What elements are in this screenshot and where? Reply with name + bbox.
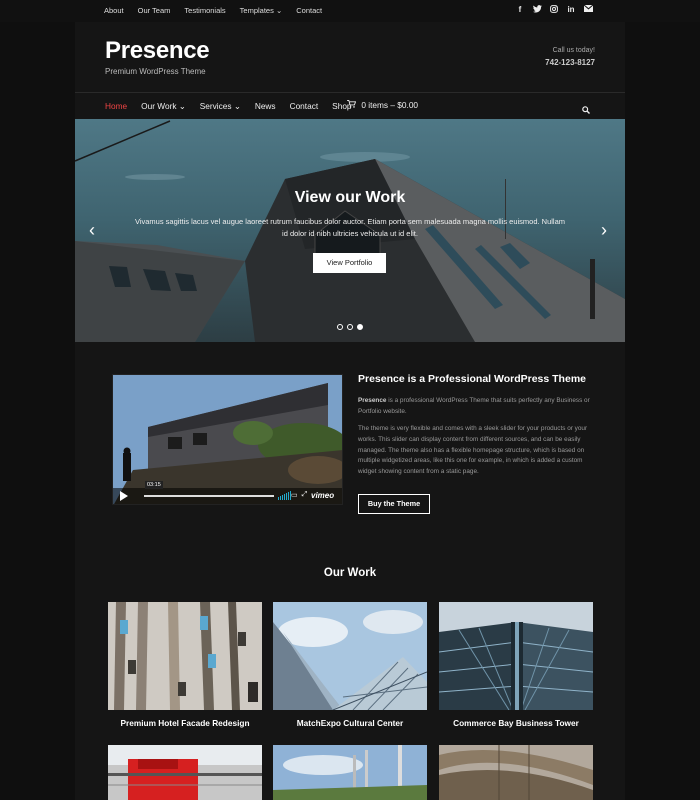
video-controls: 03:15 ▭ ⤢ vimeo	[113, 481, 342, 504]
intro-bold: Presence	[358, 397, 387, 404]
twitter-icon[interactable]	[533, 5, 542, 14]
buy-theme-button[interactable]: Buy the Theme	[358, 494, 430, 514]
vimeo-logo[interactable]: vimeo	[311, 491, 334, 500]
top-link-our-team[interactable]: Our Team	[138, 6, 171, 15]
search-icon[interactable]	[582, 101, 590, 114]
video-player[interactable]: 03:15 ▭ ⤢ vimeo	[112, 374, 343, 505]
site-tagline: Premium WordPress Theme	[105, 67, 206, 76]
cart-icon	[347, 100, 358, 110]
cart-summary: 0 items – $0.00	[361, 100, 419, 110]
phone-number: 742-123-8127	[545, 58, 595, 67]
email-icon[interactable]	[583, 4, 594, 14]
slider-dots	[337, 324, 363, 330]
nav-news[interactable]: News	[255, 101, 276, 111]
work-image[interactable]	[439, 602, 593, 710]
top-link-templates[interactable]: Templates ⌄	[240, 6, 283, 15]
slider-dot-2[interactable]	[347, 324, 353, 330]
intro-paragraph-2: The theme is very flexible and comes wit…	[358, 425, 588, 476]
work-item[interactable]: Premium Hotel Facade Redesign	[108, 602, 262, 728]
main-nav: Home Our Work ⌄ Services ⌄ News Contact …	[105, 101, 352, 111]
top-bar: About Our Team Testimonials Templates ⌄ …	[0, 0, 700, 22]
work-image[interactable]	[273, 602, 427, 710]
video-time: 03:15	[145, 481, 163, 489]
our-work-heading: Our Work	[323, 567, 377, 579]
nav-our-work[interactable]: Our Work ⌄	[141, 101, 186, 111]
work-caption[interactable]: MatchExpo Cultural Center	[273, 718, 427, 728]
intro-paragraph-1: Presence is a professional WordPress The…	[358, 396, 590, 418]
top-link-testimonials[interactable]: Testimonials	[184, 6, 225, 15]
work-image[interactable]	[108, 602, 262, 710]
intro-title: Presence is a Professional WordPress The…	[358, 373, 586, 385]
instagram-icon[interactable]	[550, 5, 558, 14]
call-label: Call us today!	[552, 47, 595, 54]
video-progress[interactable]	[144, 495, 274, 497]
play-icon[interactable]	[120, 491, 128, 501]
facebook-icon[interactable]: f	[516, 5, 524, 14]
intro-p1-text: is a professional WordPress Theme that s…	[358, 397, 590, 415]
work-caption[interactable]: Commerce Bay Business Tower	[439, 718, 593, 728]
nav-services[interactable]: Services ⌄	[200, 101, 241, 111]
view-portfolio-button[interactable]: View Portfolio	[313, 253, 386, 273]
work-image[interactable]	[108, 745, 262, 800]
slider-next-arrow-icon[interactable]: ›	[601, 220, 607, 241]
hero-text: Vivamus sagittis lacus vel augue laoreet…	[134, 217, 566, 238]
fullscreen-icon[interactable]: ⤢	[302, 491, 308, 499]
social-links: f in	[516, 4, 594, 14]
top-link-contact[interactable]: Contact	[296, 6, 322, 15]
work-image[interactable]	[439, 745, 593, 800]
work-image[interactable]	[273, 745, 427, 800]
work-item[interactable]: MatchExpo Cultural Center	[273, 602, 427, 728]
cart-link[interactable]: 0 items – $0.00	[347, 100, 418, 110]
slider-dot-3[interactable]	[357, 324, 363, 330]
nav-divider-top	[75, 92, 625, 93]
slider-dot-1[interactable]	[337, 324, 343, 330]
site-title[interactable]: Presence	[105, 37, 210, 65]
hero-slider: View our Work Vivamus sagittis lacus vel…	[75, 119, 625, 342]
linkedin-icon[interactable]: in	[567, 5, 575, 14]
slider-prev-arrow-icon[interactable]: ‹	[89, 220, 95, 241]
nav-home[interactable]: Home	[105, 101, 127, 111]
top-link-about[interactable]: About	[104, 6, 124, 15]
work-caption[interactable]: Premium Hotel Facade Redesign	[108, 718, 262, 728]
work-item[interactable]: Commerce Bay Business Tower	[439, 602, 593, 728]
captions-icon[interactable]: ▭	[291, 491, 298, 499]
nav-contact[interactable]: Contact	[290, 101, 319, 111]
hero-title: View our Work	[294, 189, 406, 206]
top-nav: About Our Team Testimonials Templates ⌄ …	[104, 6, 322, 15]
video-settings: ▭ ⤢	[291, 491, 307, 499]
volume-icon[interactable]	[278, 491, 291, 500]
